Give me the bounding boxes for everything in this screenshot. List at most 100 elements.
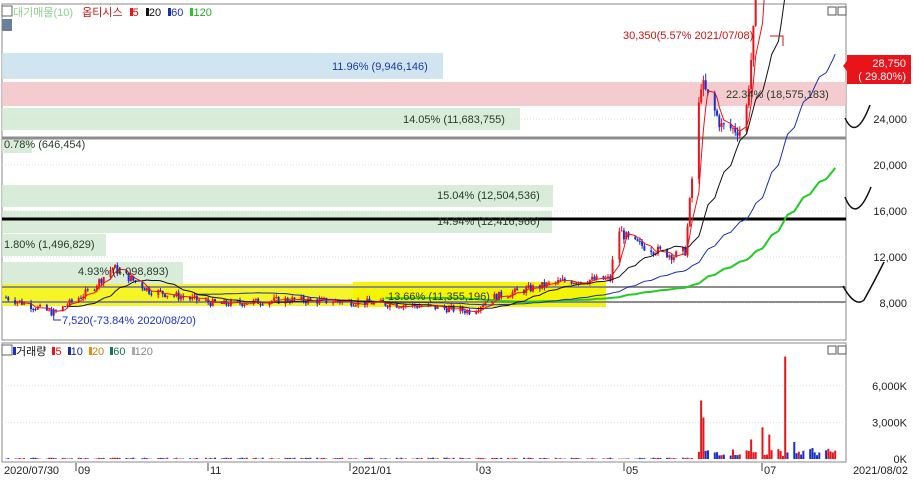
volume-bar (288, 457, 291, 459)
ma5-legend[interactable]: 5 (129, 7, 139, 19)
volume-bar (284, 457, 287, 459)
candle (275, 296, 278, 298)
vol-ma10-legend[interactable]: 10 (67, 346, 83, 358)
volume-bar (348, 458, 351, 459)
volume-bar (461, 457, 464, 459)
volume-bar (302, 458, 305, 459)
volume-bar (223, 457, 226, 459)
volume-bar (691, 457, 694, 459)
candle (400, 307, 403, 309)
volume-bar (768, 434, 771, 459)
volume-bar (777, 449, 780, 459)
close-panel-icon[interactable] (837, 6, 847, 16)
volume-bar (145, 458, 148, 459)
vol-ma120-legend[interactable]: 120 (131, 346, 153, 358)
volume-bar (445, 457, 448, 459)
panel-handle-icon[interactable] (2, 19, 12, 31)
current-change: ( 29.80%) (858, 71, 906, 83)
volume-bar (427, 457, 430, 459)
volume-bar (779, 451, 782, 459)
max-price-callout: 30,350(5.57% 2021/07/08) (623, 30, 753, 42)
volume-bar (511, 458, 514, 459)
volume-bar (670, 458, 673, 459)
volume-bar (813, 452, 816, 459)
price-axis-label: 20,000 (873, 160, 907, 172)
candle (736, 132, 739, 136)
volume-bar (570, 457, 573, 459)
volume-bar (713, 452, 716, 459)
candle (716, 110, 719, 116)
volume-bar (54, 458, 57, 459)
candle (513, 288, 516, 293)
candle (39, 304, 42, 307)
volume-bar (750, 439, 753, 459)
ma60-legend[interactable]: 60 (168, 7, 183, 19)
volume-bar (189, 458, 192, 459)
candle (93, 289, 96, 291)
volume-bar (831, 452, 834, 459)
volume-bar (236, 458, 239, 459)
volume-bar (627, 458, 630, 459)
volume-bar (323, 457, 326, 459)
volume-bar (795, 453, 798, 459)
volume-menu-icon[interactable] (1, 344, 13, 356)
volume-bar (609, 457, 612, 459)
volume-bar (572, 458, 575, 459)
candle (529, 285, 532, 292)
volume-profile-toggle[interactable]: 대기매물(10) (13, 7, 73, 19)
close-panel-icon[interactable] (837, 345, 847, 355)
volume-bar (336, 458, 339, 459)
annotation-check-mark (844, 186, 872, 210)
candle (304, 301, 307, 304)
volume-bar (656, 457, 659, 459)
volume-bar (95, 458, 98, 459)
volume-bar (809, 449, 812, 459)
candle (141, 281, 144, 289)
panel-menu-icon[interactable] (1, 5, 13, 17)
volume-bar (291, 458, 294, 459)
volume-bar (459, 457, 462, 459)
volume-bar (770, 450, 773, 459)
volume-profile-label: 22.34% (18,575,183) (726, 89, 829, 101)
maximize-panel-icon[interactable] (827, 6, 837, 16)
volume-bar (761, 427, 764, 459)
vol-ma20-legend[interactable]: 20 (88, 346, 104, 358)
candle (14, 300, 17, 304)
volume-bar (50, 457, 53, 459)
candle (164, 294, 167, 297)
volume-bar (484, 458, 487, 459)
volume-bar (532, 458, 535, 459)
volume-bar (747, 451, 750, 459)
ma20-legend[interactable]: 20 (145, 7, 161, 19)
candle (70, 299, 73, 302)
ma120-legend[interactable]: 120 (190, 7, 212, 19)
candle (7, 297, 10, 301)
x-axis-label: 2021/01 (352, 465, 392, 477)
volume-bar (229, 457, 232, 459)
x-axis-label: 05 (626, 465, 638, 477)
volume-bar (554, 457, 557, 459)
vol-ma60-legend[interactable]: 60 (110, 346, 126, 358)
candle (572, 282, 575, 284)
volume-profile-label: 14.05% (11,683,755) (403, 114, 505, 126)
volume-bar (607, 458, 610, 459)
candle (204, 299, 207, 301)
volume-bar (545, 458, 548, 459)
maximize-panel-icon[interactable] (827, 345, 837, 355)
volume-bar (734, 455, 737, 459)
candle (620, 230, 623, 232)
volume-bar (370, 457, 373, 459)
volume-bar (793, 441, 796, 459)
vol-ma5-legend[interactable]: 5 (52, 346, 62, 358)
volume-bar (286, 457, 289, 459)
volume-bar (404, 458, 407, 459)
volume-bar (452, 457, 455, 459)
volume-bar (293, 457, 296, 459)
annotation-check-mark (842, 261, 885, 303)
candle (50, 309, 53, 316)
candle (227, 304, 230, 306)
candle (650, 250, 653, 253)
candle (145, 287, 148, 291)
candle (259, 303, 262, 305)
volume-bar (834, 450, 837, 459)
